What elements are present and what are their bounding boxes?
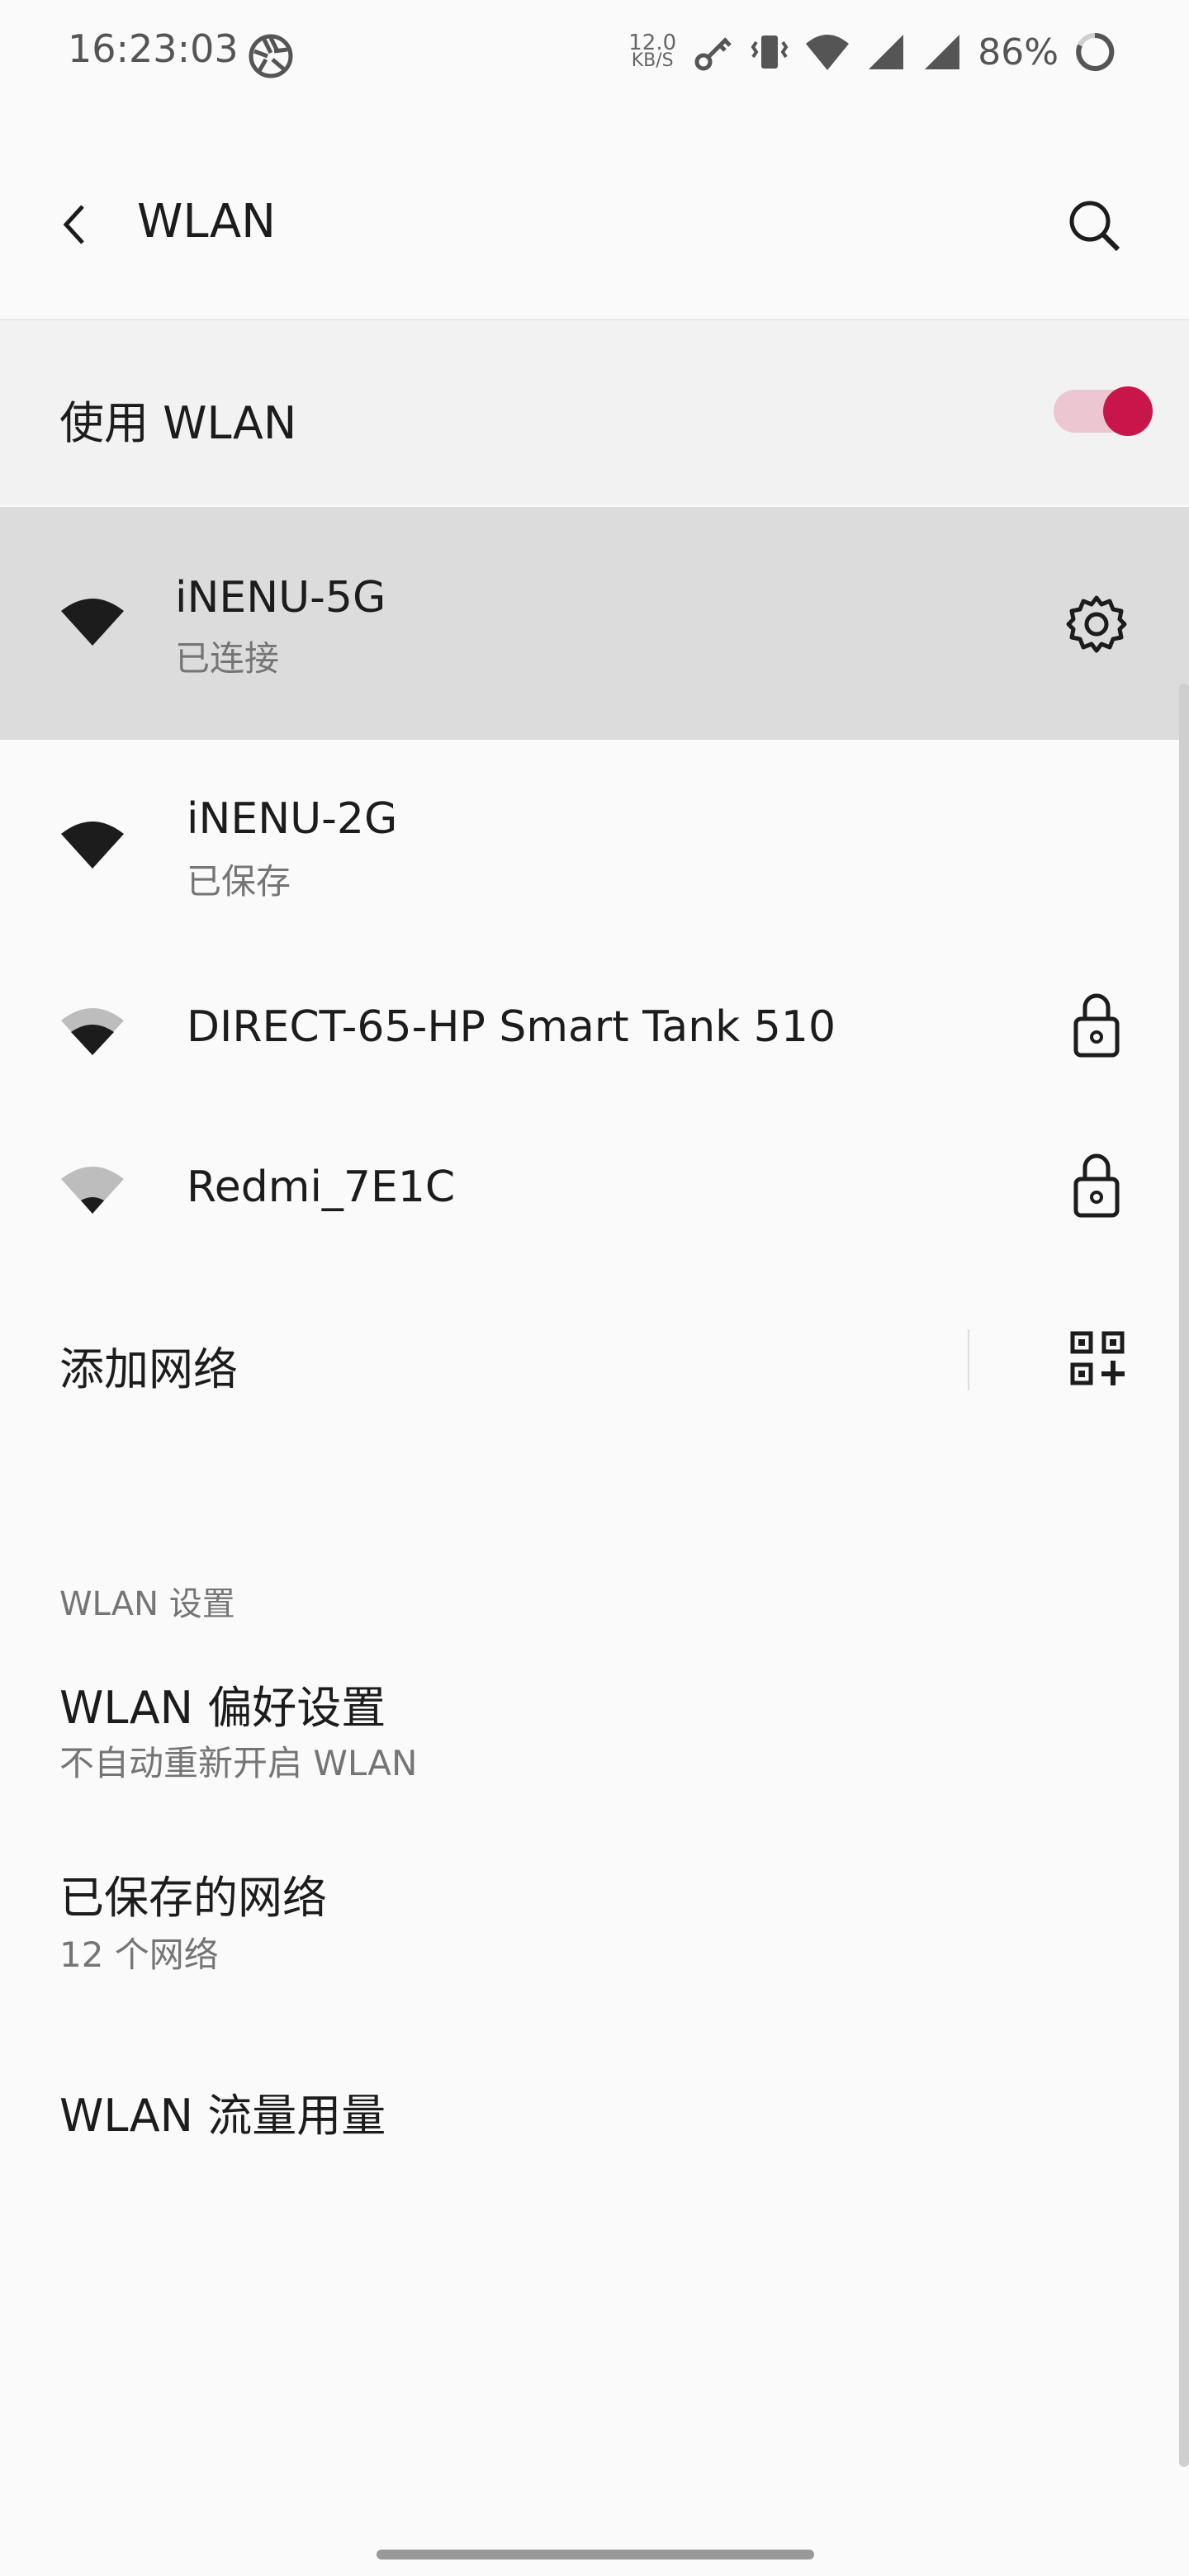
vibrate-icon <box>751 36 789 69</box>
network-row[interactable] <box>0 1111 1189 1268</box>
battery-percent: 86% <box>978 31 1059 73</box>
row-divider <box>968 1329 969 1390</box>
status-icons: 12.0 KB/S 86% <box>628 23 1116 81</box>
wifi-signal-full-icon <box>61 822 124 869</box>
wlan-toggle-thumb[interactable] <box>1103 386 1153 436</box>
scrollbar[interactable] <box>1179 684 1189 2467</box>
settings-item-subtitle: 12 个网络 <box>59 1934 219 1975</box>
wifi-icon <box>806 35 850 70</box>
lock-icon <box>1073 1153 1120 1218</box>
network-name: iNENU-5G <box>175 573 386 623</box>
status-time: 16:23:03 <box>68 26 239 71</box>
add-network-label: 添加网络 <box>59 1343 238 1395</box>
signal-icon <box>925 35 960 69</box>
net-speed: 12.0 KB/S <box>628 31 677 71</box>
network-status: 已连接 <box>175 638 280 679</box>
settings-item-title: 已保存的网络 <box>59 1872 327 1924</box>
settings-item-title: WLAN 流量用量 <box>59 2090 386 2142</box>
network-name: Redmi_7E1C <box>187 1163 456 1212</box>
network-row-connected[interactable] <box>0 507 1189 740</box>
settings-item-title: WLAN 偏好设置 <box>59 1682 386 1734</box>
back-arrow-icon[interactable] <box>59 203 92 246</box>
wifi-signal-medium-icon <box>61 1008 124 1055</box>
battery-ring-icon <box>1076 32 1115 71</box>
search-icon[interactable] <box>1065 197 1123 254</box>
key-icon <box>694 37 732 71</box>
network-name: iNENU-2G <box>187 794 398 844</box>
wlan-toggle-label: 使用 WLAN <box>59 397 297 449</box>
gesture-nav-bar[interactable] <box>377 2550 814 2559</box>
settings-item-subtitle: 不自动重新开启 WLAN <box>59 1743 418 1783</box>
signal-icon <box>869 35 904 69</box>
network-row[interactable] <box>0 740 1189 930</box>
network-status: 已保存 <box>187 861 291 902</box>
page-title: WLAN <box>137 195 277 249</box>
wifi-signal-full-icon <box>61 599 124 646</box>
network-name: DIRECT-65-HP Smart Tank 510 <box>187 1002 836 1052</box>
qr-code-add-icon[interactable] <box>1070 1331 1125 1385</box>
wifi-signal-weak-icon <box>61 1167 124 1214</box>
section-header: WLAN 设置 <box>59 1585 235 1623</box>
gear-icon[interactable] <box>1065 593 1128 656</box>
lock-icon <box>1073 993 1120 1058</box>
aperture-icon <box>249 34 293 78</box>
